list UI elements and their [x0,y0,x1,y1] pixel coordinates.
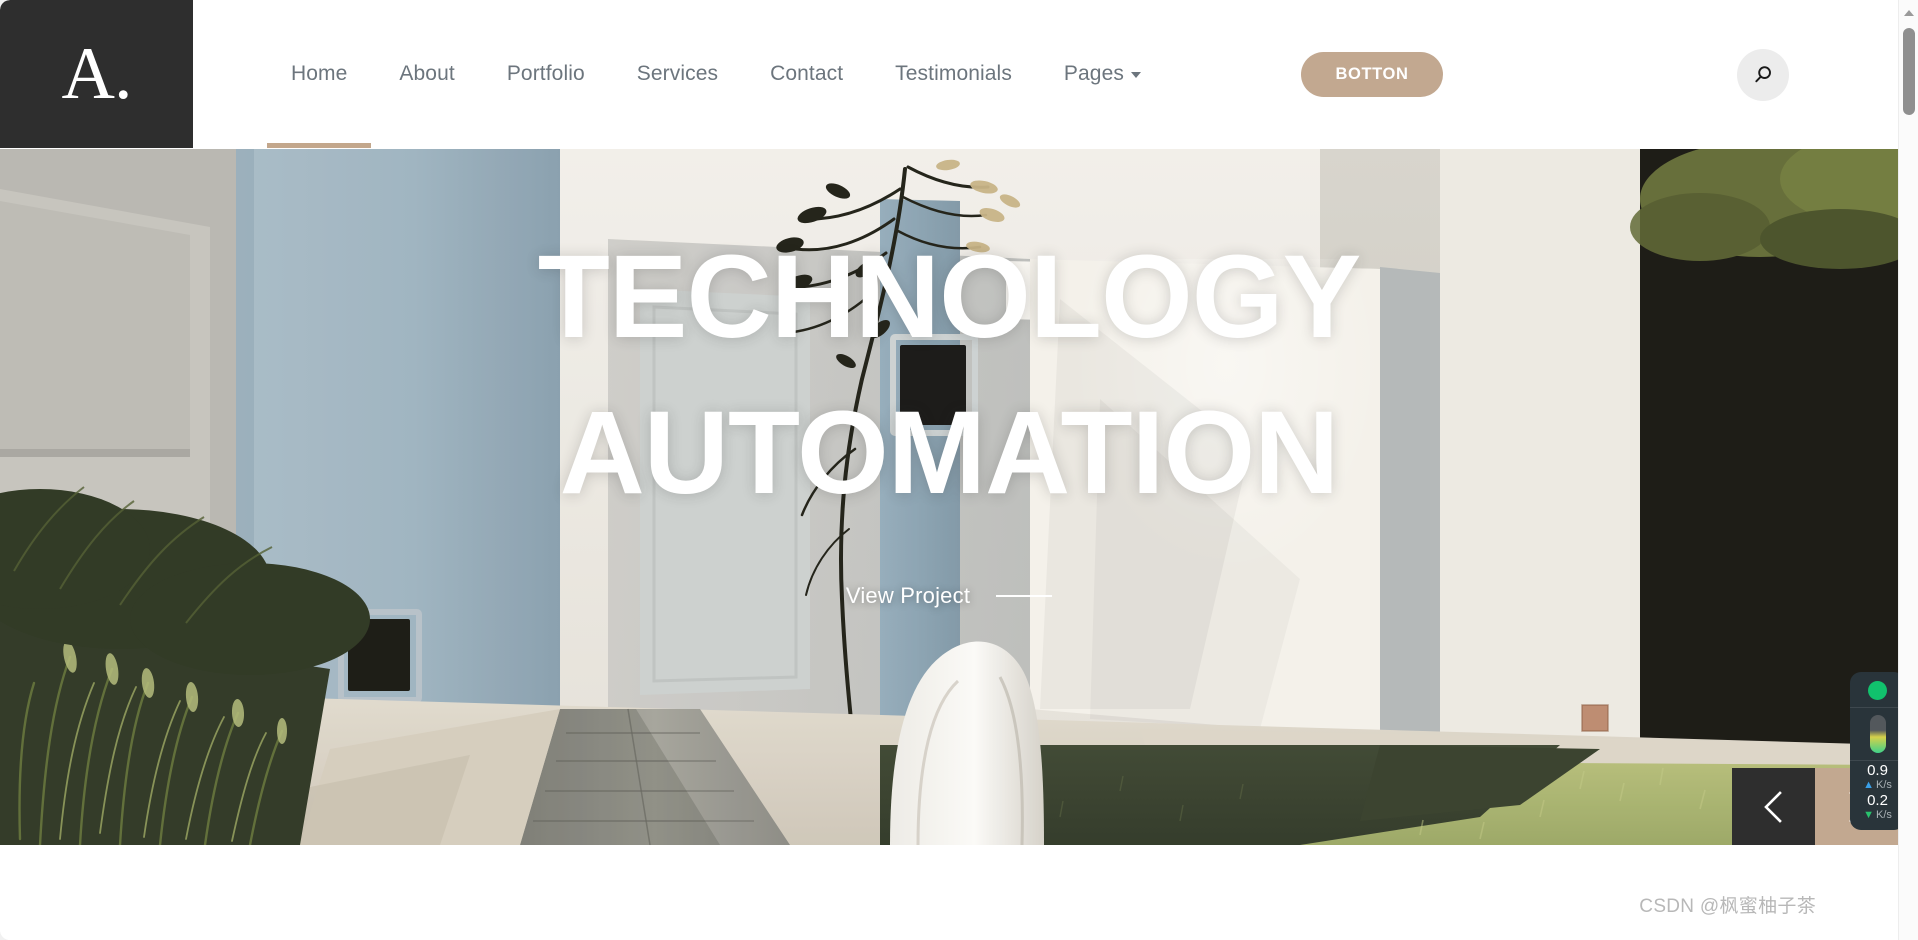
logo-letter: A. [61,33,133,115]
search-icon [1755,66,1771,83]
view-project-label: View Project [845,583,971,608]
nav-item-about[interactable]: About [373,0,480,148]
slider-prev-button[interactable] [1732,768,1815,845]
view-project-link[interactable]: View Project [845,583,1053,609]
header-cta-button[interactable]: BOTTON [1301,52,1443,97]
nav-label: Pages [1063,62,1124,85]
page-scrollbar[interactable] [1898,0,1918,940]
hero-content: TECHNOLOGY AUTOMATION View Project [0,149,1898,845]
status-dot-icon [1868,681,1887,700]
hero-slider: TECHNOLOGY AUTOMATION View Project [0,149,1898,845]
upload-value: 0.9 [1867,762,1888,779]
scroll-up-triangle [1904,10,1914,16]
browser-viewport: A. Home About Portfolio Services Contact [0,0,1918,940]
signal-gauge-icon [1869,715,1886,753]
scrollbar-thumb[interactable] [1903,28,1915,115]
nav-label: Testimonials [895,62,1012,85]
hero-title: TECHNOLOGY AUTOMATION [537,231,1362,519]
nav-label: Contact [770,62,844,85]
view-project-line [996,595,1053,597]
nav-item-services[interactable]: Services [611,0,744,148]
below-hero-section [0,845,1898,940]
widget-divider [1850,760,1905,761]
arrow-down-icon: ▼ [1863,808,1874,821]
main-navigation: Home About Portfolio Services Contact Te… [265,0,1167,148]
nav-item-portfolio[interactable]: Portfolio [481,0,611,148]
nav-label: About [399,62,455,85]
arrow-up-icon: ▲ [1863,778,1874,791]
site-header: A. Home About Portfolio Services Contact [0,0,1898,149]
download-value: 0.2 [1867,792,1888,809]
nav-label: Services [636,62,719,85]
chevron-down-icon [1130,72,1141,78]
nav-item-home[interactable]: Home [265,0,373,148]
nav-item-testimonials[interactable]: Testimonials [869,0,1038,148]
chevron-left-icon [1763,790,1782,823]
page-canvas: A. Home About Portfolio Services Contact [0,0,1898,940]
csdn-watermark: CSDN @枫蜜柚子茶 [1639,896,1816,917]
download-speed: 0.2 ▼ K/s [1863,792,1892,822]
upload-unit: K/s [1875,779,1892,791]
upload-speed: 0.9 ▲ K/s [1863,762,1892,792]
network-speed-widget[interactable]: 0.9 ▲ K/s 0.2 ▼ K/s [1850,672,1905,830]
nav-label: Portfolio [506,62,585,85]
scroll-up-arrow-icon[interactable] [1899,5,1918,21]
widget-divider [1850,707,1905,708]
site-logo[interactable]: A. [0,0,193,148]
search-button[interactable] [1737,49,1789,101]
download-unit: K/s [1875,809,1892,821]
nav-item-pages[interactable]: Pages [1038,0,1167,148]
nav-label: Home [291,62,348,85]
nav-item-contact[interactable]: Contact [744,0,869,148]
